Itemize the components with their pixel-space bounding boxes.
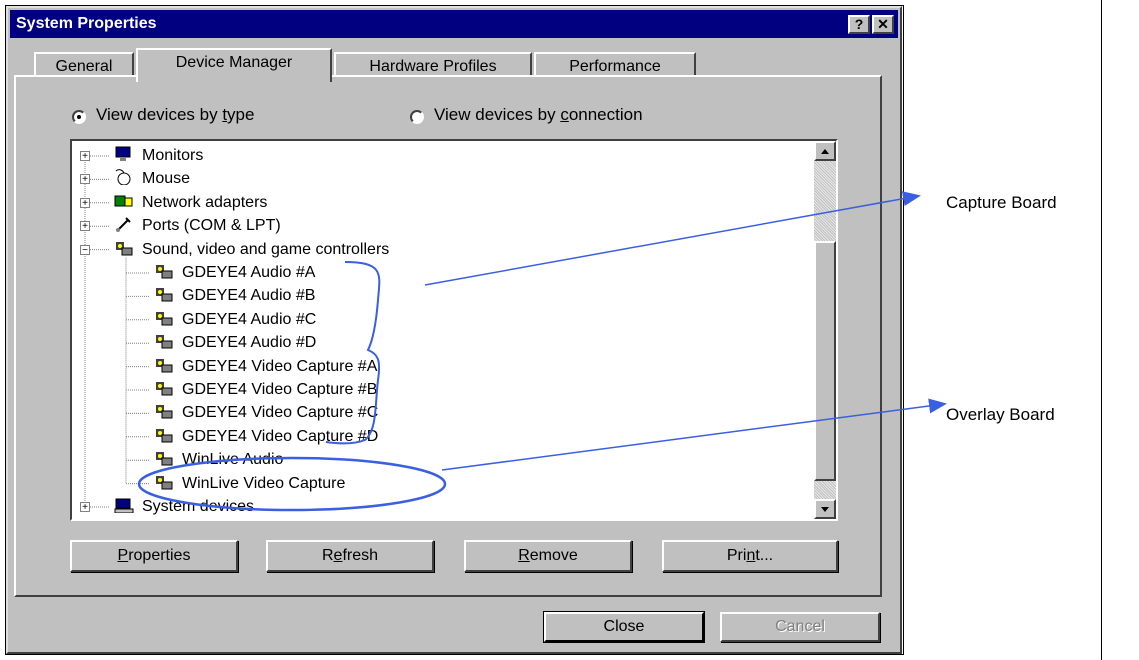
multimedia-icon [154,333,174,349]
device-category[interactable]: Monitors [114,144,203,167]
device-label: Monitors [142,147,204,164]
multimedia-icon [154,380,174,396]
print-button[interactable]: Print... [662,540,838,572]
device-label: Mouse [142,170,191,188]
view-by-connection-label[interactable]: View devices by connection [434,105,643,125]
title-bar: System Properties ? ✕ [10,10,898,38]
device-category[interactable]: Sound, video and game controllers [114,238,389,261]
device-label: Ports (COM & LPT) [142,217,281,235]
device-item[interactable]: WinLive Audio [154,448,283,471]
port-icon [114,216,134,233]
properties-button[interactable]: Properties [70,540,238,572]
help-button[interactable]: ? [848,15,870,34]
view-by-type-radio[interactable] [72,110,86,124]
cancel-button[interactable]: Cancel [720,612,880,642]
monitor-icon [114,146,134,162]
expand-icon[interactable]: + [80,502,90,513]
device-label: GDEYE4 Video Capture #C [182,404,379,422]
device-item[interactable]: GDEYE4 Audio #D [154,331,316,354]
device-label: GDEYE4 Audio #A [182,264,316,281]
view-by-type-label[interactable]: View devices by type [96,105,254,125]
window-title: System Properties [16,15,157,32]
scroll-thumb[interactable] [814,241,836,481]
collapse-icon[interactable]: − [80,244,90,255]
device-label: GDEYE4 Video Capture #B [182,381,378,398]
close-button[interactable]: Close [543,611,705,643]
device-label: GDEYE4 Audio #C [182,310,317,328]
capture-board-annotation: Capture Board [946,193,1057,212]
expand-icon[interactable]: + [80,197,90,208]
device-label: WinLive Audio [182,451,284,469]
device-category[interactable]: System devices [114,495,254,518]
device-item[interactable]: GDEYE4 Video Capture #D [154,425,378,448]
device-item[interactable]: GDEYE4 Audio #B [154,284,315,307]
multimedia-icon [154,357,174,373]
device-item[interactable]: GDEYE4 Audio #A [154,261,315,284]
arrow-up-icon [821,149,829,154]
device-item[interactable]: GDEYE4 Video Capture #B [154,378,377,401]
multimedia-icon [114,240,134,256]
device-label: GDEYE4 Audio #D [182,334,317,352]
expand-icon[interactable]: + [80,174,90,185]
computer-icon [114,497,134,514]
refresh-button[interactable]: Refresh [266,540,434,572]
multimedia-icon [154,403,174,419]
multimedia-icon [154,286,174,302]
remove-button[interactable]: Remove [464,540,632,572]
device-label: GDEYE4 Video Capture #D [182,427,379,445]
page-divider-line [1101,0,1102,660]
device-label: System devices [142,498,255,515]
device-item[interactable]: GDEYE4 Video Capture #C [154,401,378,424]
device-category[interactable]: Network adapters [114,191,267,214]
scroll-up-button[interactable] [814,141,836,161]
device-item[interactable]: GDEYE4 Audio #C [154,308,316,331]
overlay-board-annotation: Overlay Board [946,405,1055,424]
device-tree[interactable]: Monitors + Mouse + Network adapters + Ports (C… [70,139,838,521]
device-label: Network adapters [142,193,268,211]
arrow-down-icon [821,507,829,512]
multimedia-icon [154,427,174,443]
expand-icon[interactable]: + [80,151,90,162]
device-label: GDEYE4 Video Capture #A [182,357,378,375]
device-item[interactable]: GDEYE4 Video Capture #A [154,355,377,378]
view-by-connection-radio[interactable] [410,110,424,124]
vertical-scrollbar[interactable] [814,141,836,519]
multimedia-icon [154,310,174,326]
multimedia-icon [154,263,174,279]
expand-icon[interactable]: + [80,221,90,232]
close-window-button[interactable]: ✕ [872,15,894,34]
device-item[interactable]: WinLive Video Capture [154,472,345,495]
device-category[interactable]: Mouse [114,167,190,190]
device-label: WinLive Video Capture [182,474,346,492]
device-category[interactable]: Ports (COM & LPT) [114,214,281,237]
network-adapter-icon [114,193,134,209]
mouse-icon [114,169,134,186]
scroll-down-button[interactable] [814,499,836,519]
multimedia-icon [154,474,174,490]
device-label: GDEYE4 Audio #B [182,287,316,305]
multimedia-icon [154,450,174,466]
device-label: Sound, video and game controllers [142,240,390,258]
tab-device-manager[interactable]: Device Manager [136,48,332,82]
